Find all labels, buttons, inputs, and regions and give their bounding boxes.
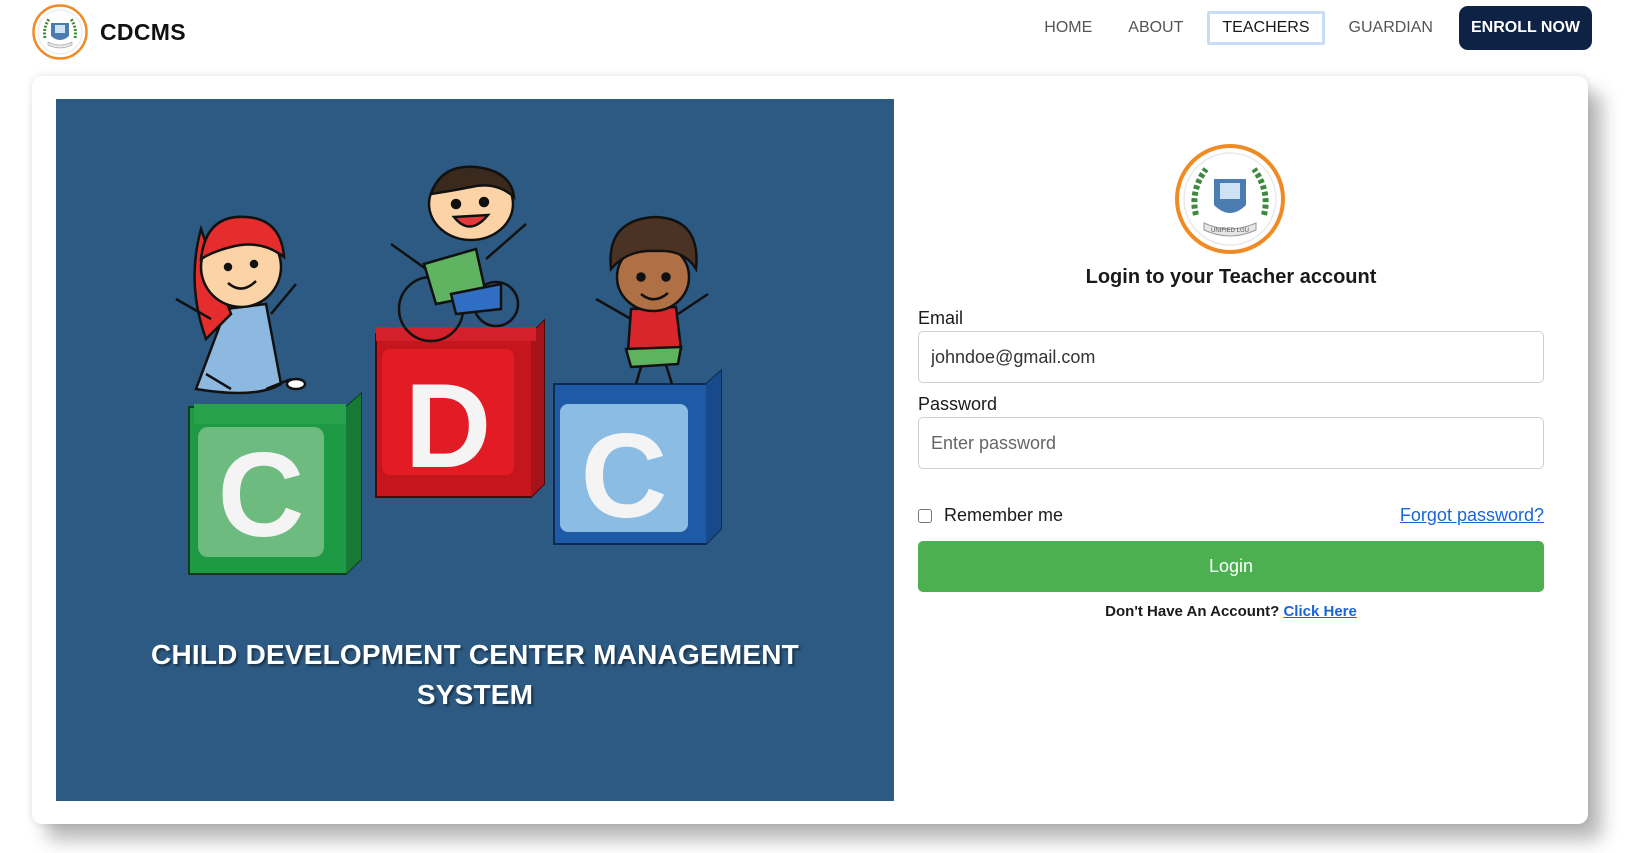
password-input[interactable] [918,417,1544,469]
block-letter-d: D [405,359,492,493]
brand[interactable]: CDCMS [32,4,186,60]
block-letter-c1: C [218,428,305,562]
remember-me-label: Remember me [944,505,1064,525]
signup-link[interactable]: Click Here [1283,603,1356,620]
svg-text:UNIFIED LGU: UNIFIED LGU [1211,228,1249,234]
enroll-now-button[interactable]: ENROLL NOW [1458,6,1592,50]
forgot-password-link[interactable]: Forgot password? [1400,505,1544,526]
remember-me-checkbox[interactable] [918,508,932,523]
login-button[interactable]: Login [918,541,1544,592]
password-label: Password [918,394,998,414]
brand-name: CDCMS [100,18,186,45]
nav-about-link[interactable]: ABOUT [1110,11,1201,45]
top-navbar: CDCMS HOME ABOUT TEACHERS GUARDIAN ENROL… [0,0,1630,64]
curly-boy-figure [595,215,709,385]
email-input[interactable] [918,331,1544,383]
no-account-text: Don't Have An Account? [1105,603,1280,620]
green-c-block: C [188,391,362,575]
nav-home-link[interactable]: HOME [1026,11,1110,45]
lgu-seal-icon: UNIFIED LGU [1175,144,1285,254]
login-title: Login to your Teacher account [1085,266,1377,288]
email-label: Email [918,308,964,328]
girl-figure [175,215,307,395]
signup-prompt: Don't Have An Account? Click Here [918,603,1544,620]
login-card: C D C CHILD DEVELOPMENT CENTER MANAGEMEN… [32,76,1588,824]
red-d-block: D [375,318,545,498]
hero-title-line-1: CHILD DEVELOPMENT CENTER MANAGEMENT [151,639,799,670]
hero-title-line-2: SYSTEM [416,679,534,710]
hero-title: CHILD DEVELOPMENT CENTER MANAGEMENT SYST… [116,635,834,715]
boy-wheelchair-figure [390,165,527,343]
blue-c-block: C [553,368,722,545]
remember-me: Remember me [918,505,1063,526]
block-letter-c2: C [581,409,668,543]
lgu-seal-icon [32,4,88,60]
hero-panel: C D C CHILD DEVELOPMENT CENTER MANAGEMEN… [56,99,894,801]
nav-guardian-link[interactable]: GUARDIAN [1331,11,1451,45]
nav-teachers-link[interactable]: TEACHERS [1207,11,1325,45]
nav-links: HOME ABOUT TEACHERS GUARDIAN ENROLL NOW [1026,6,1592,50]
